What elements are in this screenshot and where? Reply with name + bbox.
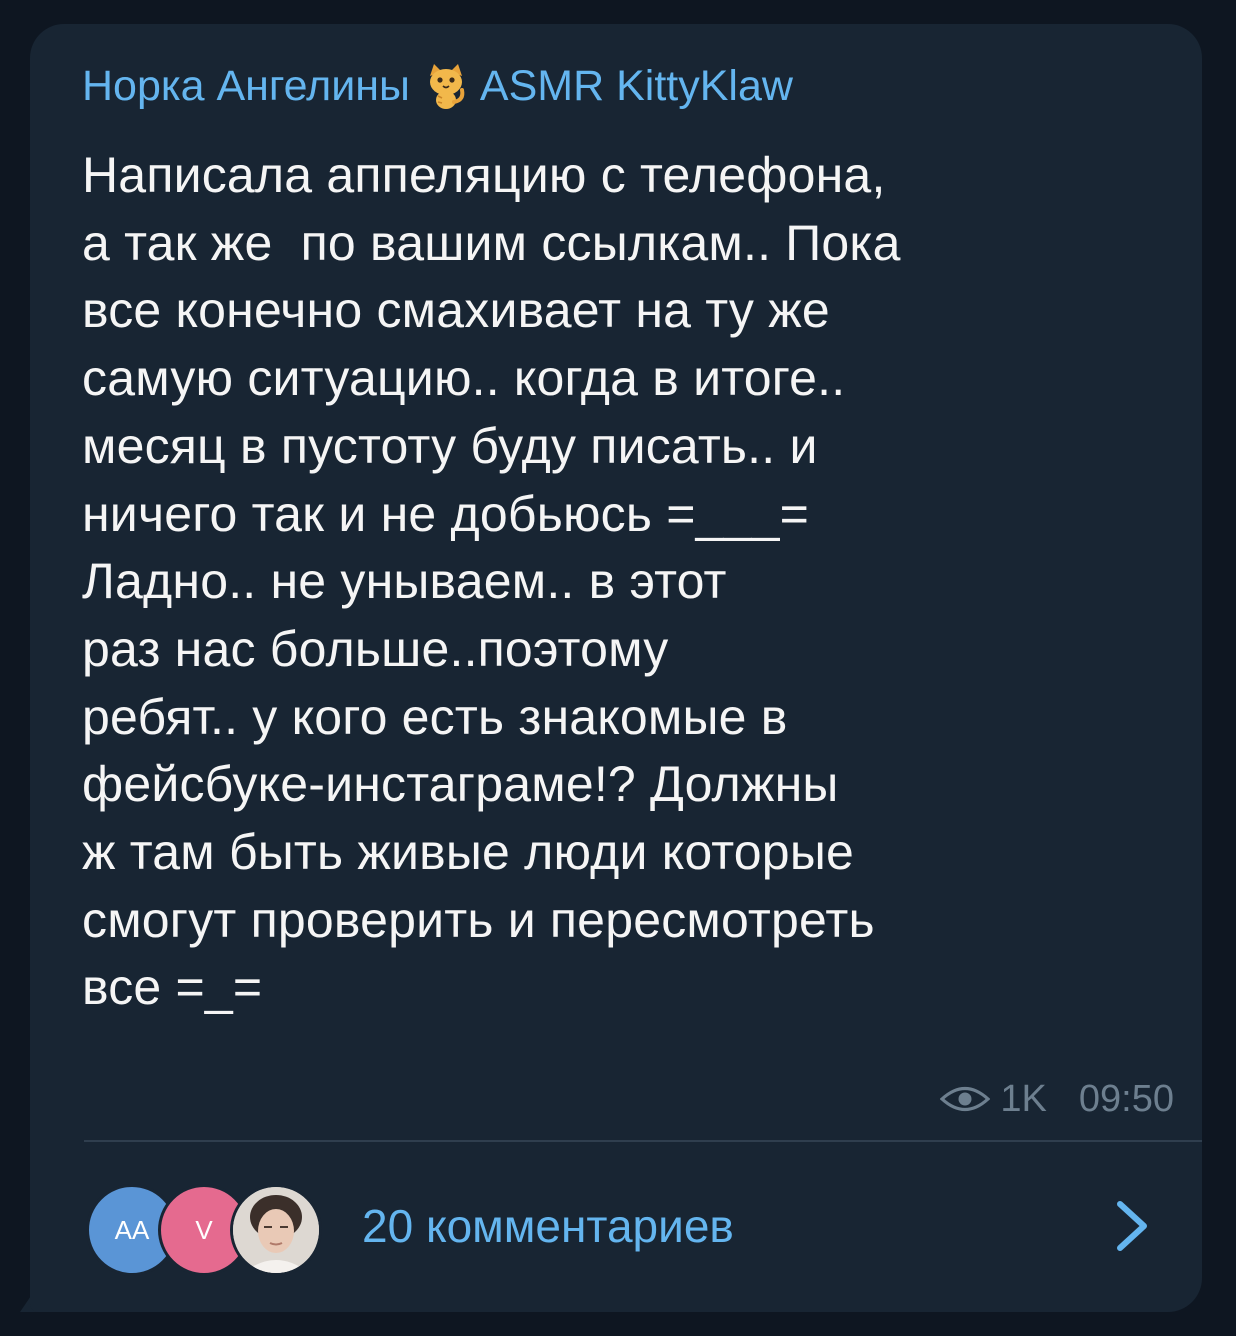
comments-divider bbox=[84, 1140, 1202, 1142]
comments-button[interactable]: 20 комментариев bbox=[362, 1194, 734, 1258]
message-text: Написала аппеляцию с телефона, а так же … bbox=[82, 147, 901, 1016]
cat-face-icon bbox=[424, 62, 468, 110]
eye-icon bbox=[940, 1086, 991, 1112]
message-meta: 1K 09:50 bbox=[940, 1074, 1174, 1124]
view-count: 1K bbox=[1000, 1077, 1047, 1120]
chevron-right-icon[interactable] bbox=[1106, 1196, 1156, 1256]
post-author[interactable]: Норка Ангелины ASMR KittyKlaw bbox=[82, 58, 793, 114]
commenter-avatars[interactable]: AA V bbox=[86, 1184, 326, 1276]
avatar bbox=[230, 1184, 322, 1276]
author-signature: ASMR KittyKlaw bbox=[479, 61, 793, 110]
author-name: Норка Ангелины bbox=[82, 61, 410, 110]
user-photo-icon bbox=[233, 1187, 319, 1273]
message-time: 09:50 bbox=[1078, 1077, 1174, 1120]
